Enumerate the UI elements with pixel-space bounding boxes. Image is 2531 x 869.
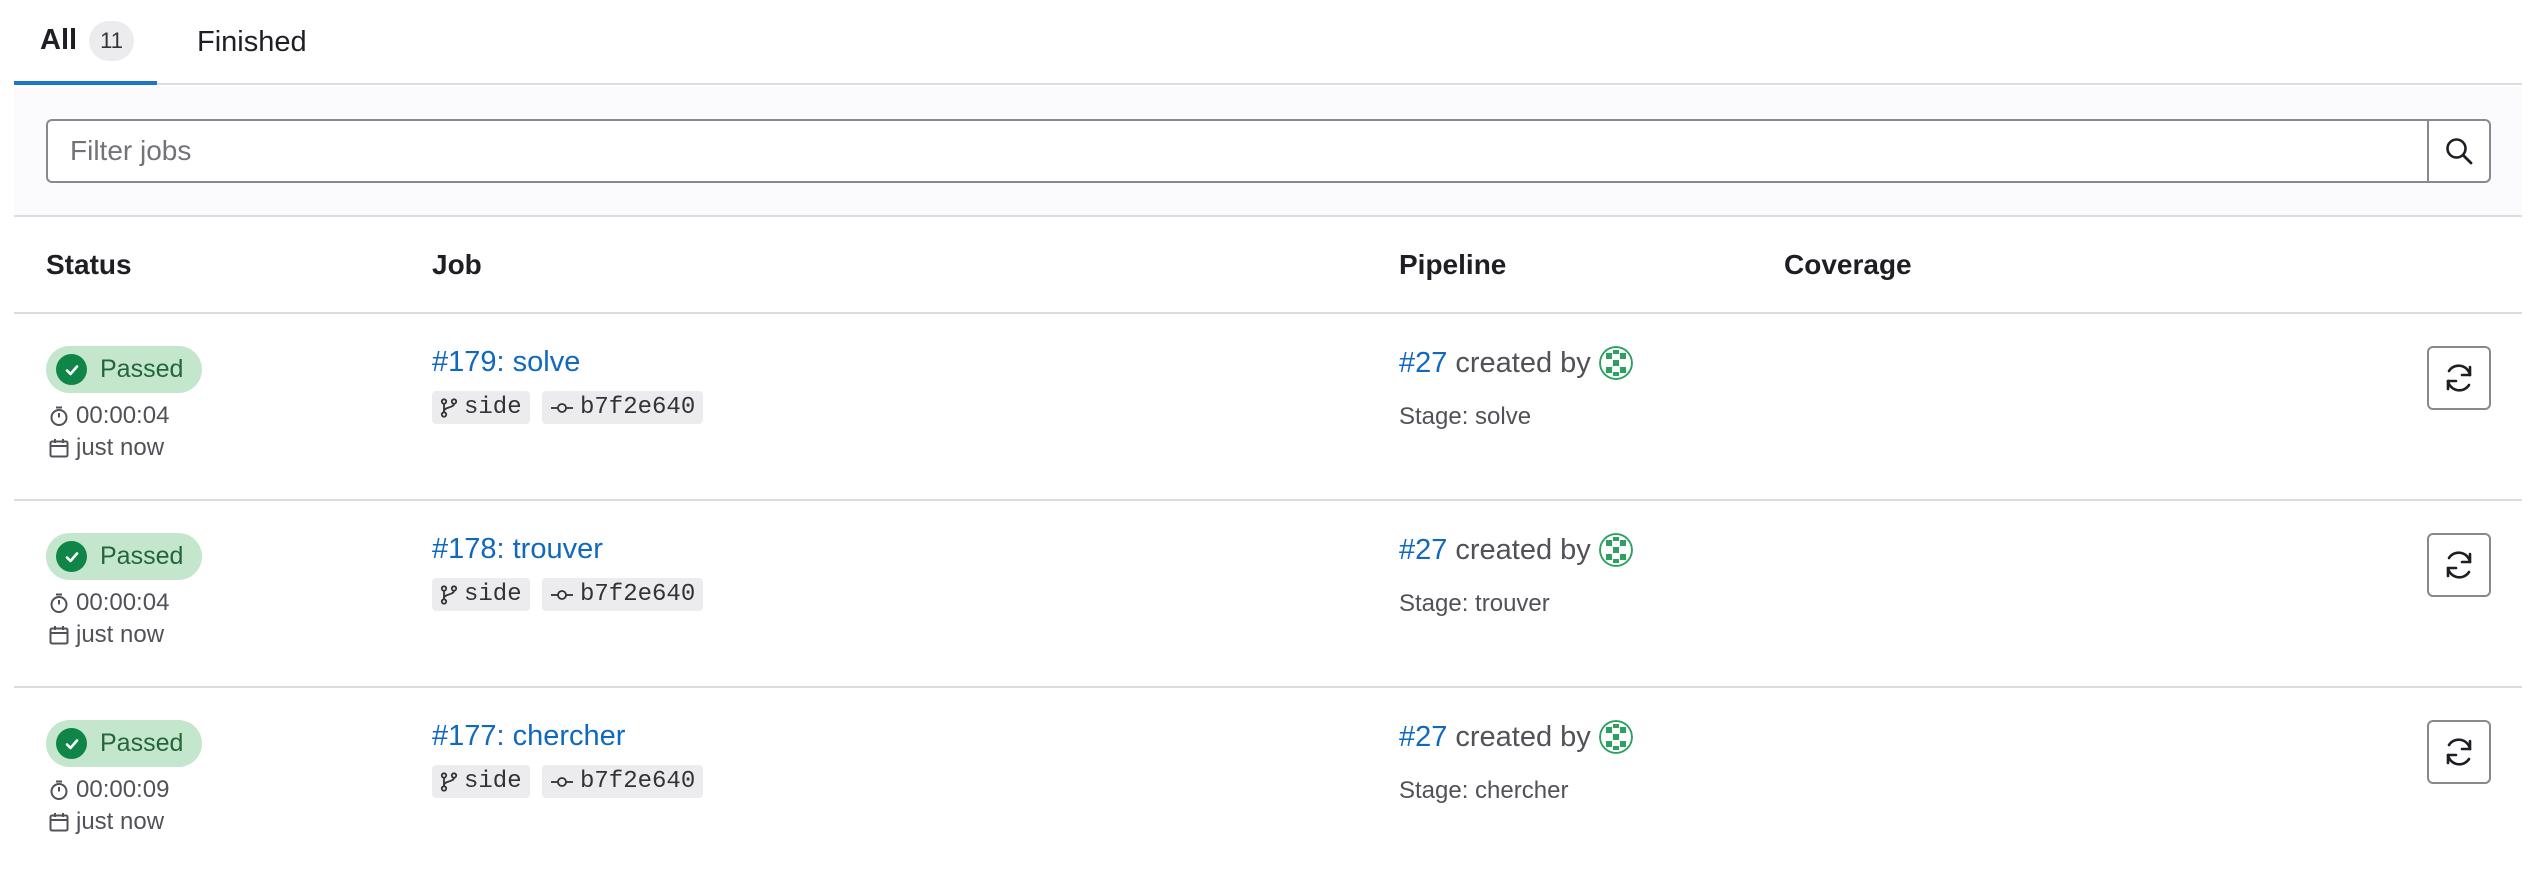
- calendar-icon: [49, 439, 69, 458]
- retry-icon: [2446, 364, 2472, 392]
- column-header-job: Job: [432, 249, 482, 280]
- finished-time: just now: [48, 808, 164, 836]
- column-header-status: Status: [46, 249, 132, 280]
- tab-bar: All 11 Finished: [14, 0, 2522, 85]
- commit-chip[interactable]: b7f2e640: [542, 578, 704, 611]
- timer-icon: [50, 593, 68, 613]
- table-header: Status Job Pipeline Coverage: [14, 217, 2522, 314]
- duration: 00:00:04: [48, 589, 169, 617]
- pipeline-info: #27 created by: [1399, 346, 1633, 380]
- created-by-label: created by: [1455, 346, 1591, 379]
- tab-finished-label: Finished: [197, 26, 307, 58]
- calendar-icon: [49, 626, 69, 645]
- retry-button[interactable]: [2427, 346, 2491, 410]
- commit-sha: b7f2e640: [580, 394, 696, 421]
- pipeline-info: #27 created by: [1399, 720, 1633, 754]
- retry-button[interactable]: [2427, 720, 2491, 784]
- finished-time: just now: [48, 434, 164, 462]
- table-row: Passed 00:00:04 just now #178: trouver s…: [14, 501, 2522, 688]
- finished-value: just now: [76, 808, 165, 835]
- commit-icon: [551, 776, 573, 787]
- timer-icon: [50, 780, 68, 800]
- job-link[interactable]: #179: solve: [432, 346, 580, 379]
- check-circle-icon: [56, 541, 87, 572]
- branch-chip[interactable]: side: [432, 765, 530, 798]
- calendar-icon: [49, 813, 69, 832]
- finished-time: just now: [48, 621, 164, 649]
- retry-icon: [2446, 738, 2472, 766]
- commit-chip[interactable]: b7f2e640: [542, 765, 704, 798]
- tab-all[interactable]: All 11: [14, 0, 157, 85]
- search-icon: [2446, 138, 2473, 165]
- retry-icon: [2446, 551, 2472, 579]
- finished-value: just now: [76, 434, 165, 461]
- commit-chip[interactable]: b7f2e640: [542, 391, 704, 424]
- duration-value: 00:00:09: [76, 776, 170, 803]
- stage-label: Stage: trouver: [1399, 590, 1550, 617]
- timer-icon: [50, 406, 68, 426]
- branch-name: side: [464, 768, 522, 795]
- branch-chip[interactable]: side: [432, 578, 530, 611]
- check-circle-icon: [56, 728, 87, 759]
- job-link[interactable]: #178: trouver: [432, 533, 603, 566]
- commit-icon: [551, 589, 573, 600]
- user-avatar-icon[interactable]: [1598, 720, 1633, 754]
- branch-name: side: [464, 394, 522, 421]
- commit-sha: b7f2e640: [580, 768, 696, 795]
- duration-value: 00:00:04: [76, 589, 170, 616]
- duration-value: 00:00:04: [76, 402, 170, 429]
- table-row: Passed 00:00:04 just now #179: solve sid…: [14, 314, 2522, 501]
- status-badge[interactable]: Passed: [46, 346, 202, 393]
- status-badge[interactable]: Passed: [46, 533, 202, 580]
- column-header-pipeline: Pipeline: [1399, 249, 1507, 280]
- filter-jobs-input[interactable]: [46, 119, 2427, 183]
- status-label: Passed: [100, 355, 184, 383]
- user-avatar-icon[interactable]: [1598, 533, 1633, 567]
- tab-all-label: All: [40, 24, 78, 56]
- created-by-label: created by: [1455, 720, 1591, 753]
- tab-finished[interactable]: Finished: [183, 0, 307, 85]
- retry-button[interactable]: [2427, 533, 2491, 597]
- branch-icon: [440, 771, 458, 792]
- table-row: Passed 00:00:09 just now #177: chercher …: [14, 688, 2522, 869]
- column-header-coverage: Coverage: [1784, 249, 1912, 280]
- tab-all-count-badge: 11: [89, 20, 135, 61]
- pipeline-info: #27 created by: [1399, 533, 1633, 567]
- branch-icon: [440, 584, 458, 605]
- pipeline-link[interactable]: #27: [1399, 347, 1447, 380]
- status-label: Passed: [100, 542, 184, 570]
- stage-label: Stage: chercher: [1399, 777, 1569, 804]
- pipeline-link[interactable]: #27: [1399, 721, 1447, 754]
- commit-icon: [551, 402, 573, 413]
- search-button[interactable]: [2427, 119, 2491, 183]
- status-label: Passed: [100, 729, 184, 757]
- finished-value: just now: [76, 621, 165, 648]
- filter-bar: [14, 87, 2522, 217]
- created-by-label: created by: [1455, 533, 1591, 566]
- branch-name: side: [464, 581, 522, 608]
- job-link[interactable]: #177: chercher: [432, 720, 625, 753]
- branch-icon: [440, 397, 458, 418]
- check-circle-icon: [56, 354, 87, 385]
- stage-label: Stage: solve: [1399, 403, 1532, 430]
- duration: 00:00:04: [48, 402, 169, 430]
- status-badge[interactable]: Passed: [46, 720, 202, 767]
- duration: 00:00:09: [48, 776, 169, 804]
- pipeline-link[interactable]: #27: [1399, 534, 1447, 567]
- user-avatar-icon[interactable]: [1598, 346, 1633, 380]
- commit-sha: b7f2e640: [580, 581, 696, 608]
- branch-chip[interactable]: side: [432, 391, 530, 424]
